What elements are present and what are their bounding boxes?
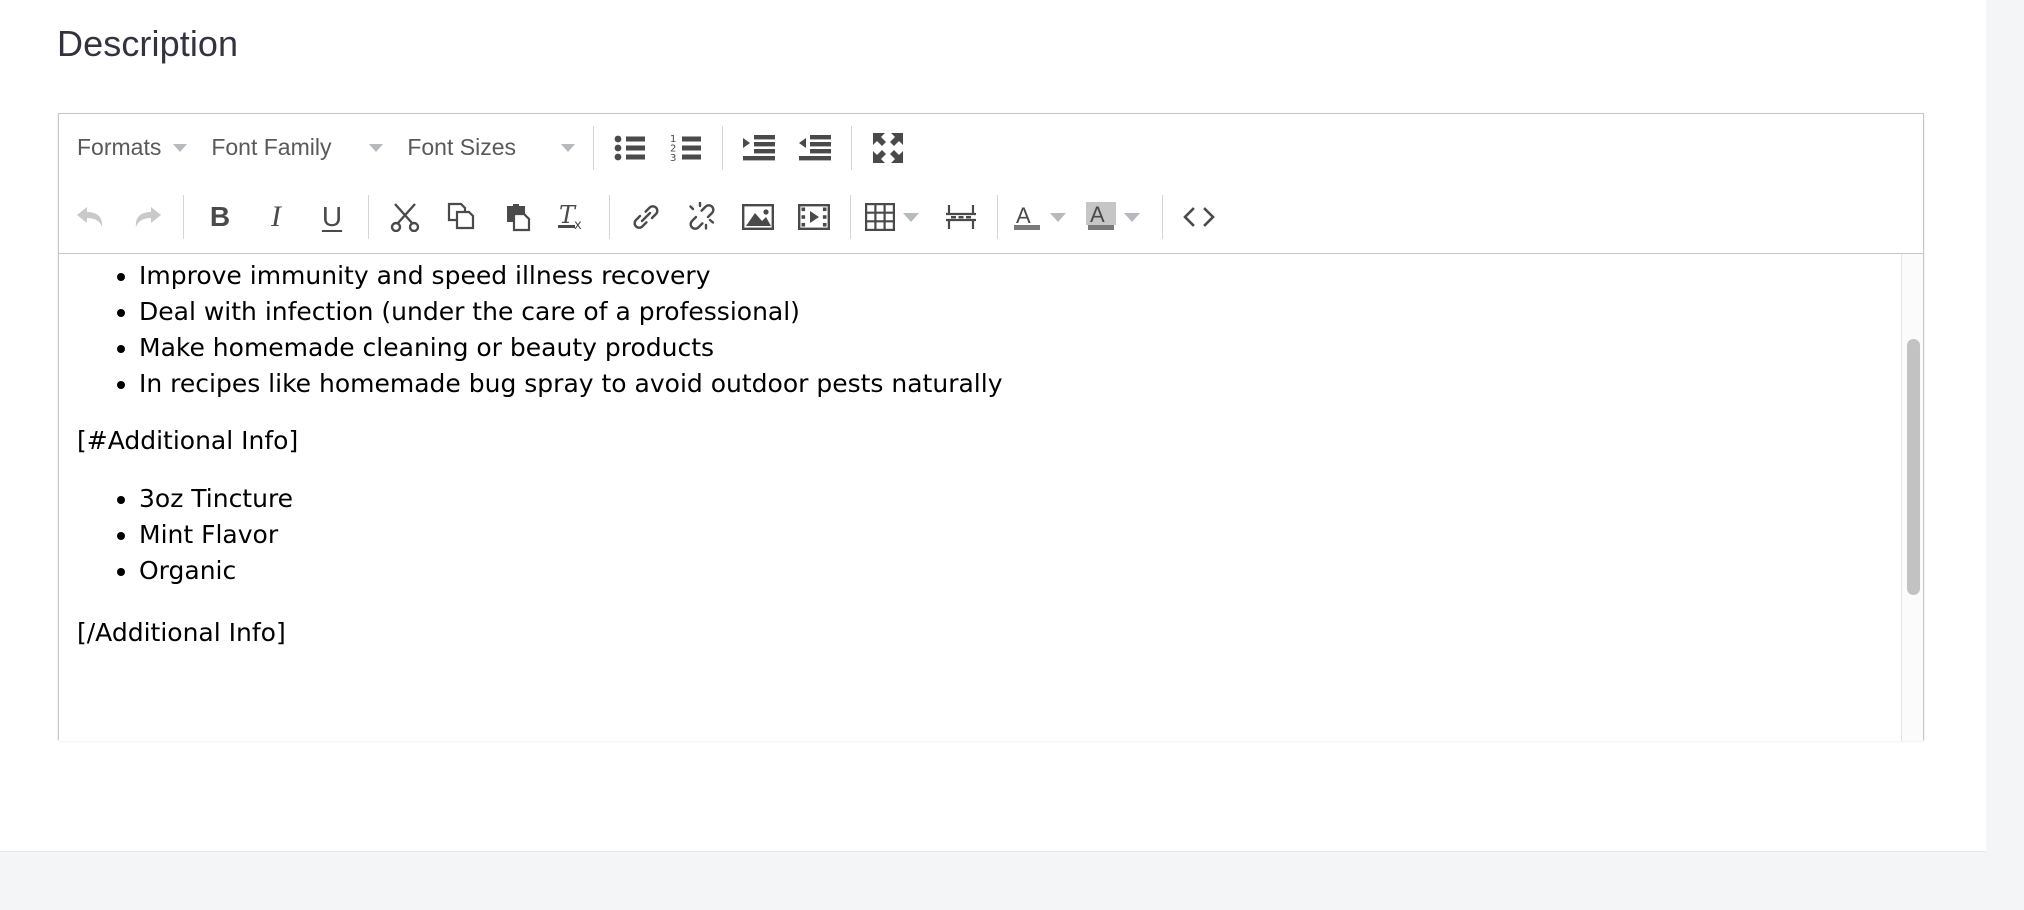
link-icon xyxy=(631,202,661,232)
benefits-list: Improve immunity and speed illness recov… xyxy=(77,258,1883,402)
numbered-list-icon: 1 2 3 xyxy=(670,134,702,162)
toolbar-divider xyxy=(851,126,852,170)
media-icon xyxy=(798,203,830,231)
toolbar-divider xyxy=(850,195,851,239)
bullet-list-button[interactable] xyxy=(602,122,658,174)
list-item: In recipes like homemade bug spray to av… xyxy=(139,366,1883,402)
formats-dropdown[interactable]: Formats xyxy=(63,125,197,171)
toolbar-divider xyxy=(183,195,184,239)
editor-toolbar: Formats Font Family Font Sizes xyxy=(59,114,1923,254)
page-footer-strip xyxy=(0,851,1986,910)
svg-text:A: A xyxy=(1016,203,1031,228)
background-color-chevron-down-icon[interactable] xyxy=(1124,213,1140,222)
fullscreen-icon xyxy=(873,133,903,163)
media-button[interactable] xyxy=(786,191,842,243)
horizontal-rule-icon xyxy=(946,203,976,231)
toolbar-divider xyxy=(368,195,369,239)
font-sizes-dropdown[interactable]: Font Sizes xyxy=(393,125,585,171)
editor-content-area[interactable]: Improve immunity and speed illness recov… xyxy=(59,254,1923,741)
table-icon xyxy=(865,203,895,231)
table-chevron-down-icon[interactable] xyxy=(903,213,919,222)
list-item: Mint Flavor xyxy=(139,517,1883,553)
svg-text:3: 3 xyxy=(670,153,676,162)
toolbar-row-1: Formats Font Family Font Sizes xyxy=(59,114,1923,181)
image-button[interactable] xyxy=(730,191,786,243)
scissors-icon xyxy=(390,202,420,232)
toolbar-divider xyxy=(997,195,998,239)
chevron-down-icon xyxy=(369,144,383,152)
table-button[interactable] xyxy=(859,191,901,243)
fullscreen-button[interactable] xyxy=(860,122,916,174)
bold-icon: B xyxy=(210,201,230,233)
copy-button[interactable] xyxy=(433,191,489,243)
chevron-down-icon xyxy=(561,144,575,152)
font-family-dropdown-label: Font Family xyxy=(211,134,331,161)
list-item: Improve immunity and speed illness recov… xyxy=(139,258,1883,294)
decrease-indent-icon xyxy=(799,134,831,162)
unlink-icon xyxy=(687,202,717,232)
source-code-icon xyxy=(1182,205,1216,229)
font-sizes-dropdown-label: Font Sizes xyxy=(407,134,516,161)
list-item: Deal with infection (under the care of a… xyxy=(139,294,1883,330)
toolbar-row-2: B I U xyxy=(59,181,1923,253)
text-color-chevron-down-icon[interactable] xyxy=(1050,213,1066,222)
toolbar-divider xyxy=(1162,195,1163,239)
paste-button[interactable] xyxy=(489,191,545,243)
copy-icon xyxy=(446,202,476,232)
additional-info-list: 3oz Tincture Mint Flavor Organic xyxy=(77,481,1883,589)
list-item: Organic xyxy=(139,553,1883,589)
rich-text-editor: Formats Font Family Font Sizes xyxy=(58,113,1924,740)
underline-icon: U xyxy=(322,201,342,233)
horizontal-rule-button[interactable] xyxy=(933,191,989,243)
source-code-button[interactable] xyxy=(1171,191,1227,243)
editor-document[interactable]: Improve immunity and speed illness recov… xyxy=(59,254,1923,651)
font-family-dropdown[interactable]: Font Family xyxy=(197,125,393,171)
background-color-button[interactable]: A xyxy=(1080,191,1122,243)
page-title: Description xyxy=(57,20,238,68)
redo-icon xyxy=(131,203,163,231)
bold-button[interactable]: B xyxy=(192,191,248,243)
italic-icon: I xyxy=(271,200,281,234)
svg-text:A: A xyxy=(1090,202,1105,227)
image-icon xyxy=(742,203,774,231)
italic-button[interactable]: I xyxy=(248,191,304,243)
undo-icon xyxy=(75,203,107,231)
unlink-button[interactable] xyxy=(674,191,730,243)
vertical-scrollbar-thumb[interactable] xyxy=(1907,339,1920,595)
svg-text:x: x xyxy=(574,218,582,232)
toolbar-divider xyxy=(593,126,594,170)
list-item: 3oz Tincture xyxy=(139,481,1883,517)
additional-info-open-tag: [#Additional Info] xyxy=(77,423,1883,459)
toolbar-divider xyxy=(722,126,723,170)
text-color-button[interactable]: A xyxy=(1006,191,1048,243)
remove-format-button[interactable]: T x xyxy=(545,191,601,243)
redo-button[interactable] xyxy=(119,191,175,243)
increase-indent-icon xyxy=(743,134,775,162)
cut-button[interactable] xyxy=(377,191,433,243)
page-right-gutter xyxy=(1986,0,2024,910)
undo-button[interactable] xyxy=(63,191,119,243)
decrease-indent-button[interactable] xyxy=(787,122,843,174)
content-panel: Description Formats Font Family Font Siz… xyxy=(0,0,1986,851)
underline-button[interactable]: U xyxy=(304,191,360,243)
toolbar-divider xyxy=(609,195,610,239)
chevron-down-icon xyxy=(173,144,187,152)
formats-dropdown-label: Formats xyxy=(77,134,161,161)
text-color-icon: A xyxy=(1012,202,1042,232)
list-item: Make homemade cleaning or beauty product… xyxy=(139,330,1883,366)
increase-indent-button[interactable] xyxy=(731,122,787,174)
clear-formatting-icon: T x xyxy=(558,202,588,232)
vertical-scrollbar-track[interactable] xyxy=(1901,254,1923,741)
numbered-list-button[interactable]: 1 2 3 xyxy=(658,122,714,174)
background-color-icon: A xyxy=(1086,202,1116,232)
paste-icon xyxy=(502,202,532,232)
link-button[interactable] xyxy=(618,191,674,243)
additional-info-close-tag: [/Additional Info] xyxy=(77,615,1883,651)
bullet-list-icon xyxy=(614,134,646,162)
